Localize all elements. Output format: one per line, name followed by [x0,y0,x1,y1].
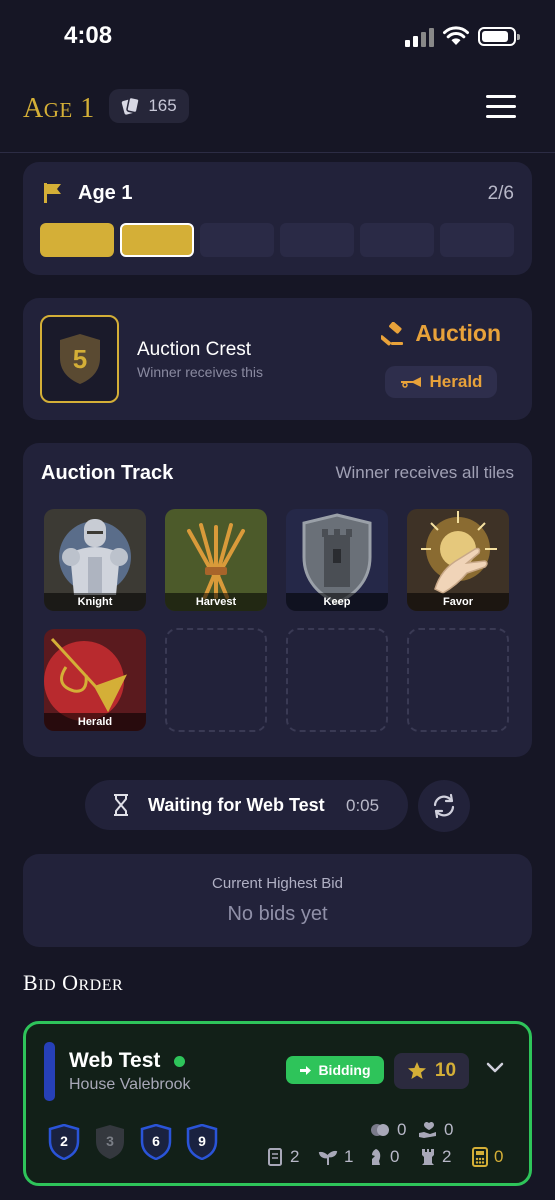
gavel-icon [381,321,404,345]
current-bid-card: Current Highest Bid No bids yet [23,854,532,947]
crest-subtitle: Winner receives this [137,364,264,380]
age-progress-segment [200,223,274,257]
resource-coins: 0 [369,1120,406,1140]
turn-shield-6: 6 [140,1123,172,1161]
battery-icon [478,27,520,46]
current-bid-label: Current Highest Bid [212,875,343,892]
app-header: AGE 1 165 [0,75,555,153]
tile-keep[interactable]: Keep [286,509,388,611]
tile-slot-empty [407,628,509,732]
star-icon [407,1062,426,1079]
crest-title: Auction Crest [137,339,252,360]
age-progress-segment [40,223,114,257]
resource-calculator: 0 [472,1147,503,1167]
clock: 4:08 [64,22,113,49]
score-chip: 10 [394,1053,469,1089]
card-count: 165 [148,96,177,115]
age-progress-label: Age 1 [78,182,133,204]
age-progress-segment [440,223,514,257]
house-color-stripe [44,1042,55,1101]
age-progress-card: Age 1 2/6 [23,162,532,275]
player-house: House Valebrook [69,1076,191,1093]
tile-knight[interactable]: Knight [44,509,146,611]
resource-grain: 1 [318,1147,353,1167]
age-progress-segment [280,223,354,257]
tile-label: Harvest [165,593,267,611]
status-badge: Bidding [286,1056,384,1084]
hourglass-icon [114,794,128,816]
coins-icon [371,1124,389,1136]
tile-slot-empty [165,628,267,732]
sprout-icon [318,1150,338,1165]
scroll-icon [268,1148,282,1166]
refresh-icon [433,793,455,819]
age-title: AGE 1 [23,93,95,124]
player-card[interactable]: Web Test House Valebrook Bidding 10 2 3 … [23,1021,532,1186]
wifi-icon [443,26,469,45]
turn-shield-9: 9 [186,1123,218,1161]
card-count-chip[interactable]: 165 [109,89,189,123]
tile-harvest[interactable]: Harvest [165,509,267,611]
auction-track-subtitle: Winner receives all tiles [335,463,514,482]
tile-label: Knight [44,593,146,611]
bid-order-title: BID ORDER [23,970,124,995]
chevron-down-icon[interactable] [486,1062,504,1074]
crest-badge: 5 [40,315,119,403]
resource-favor: 0 [418,1120,453,1140]
auction-track-title: Auction Track [41,462,174,484]
resource-scrolls: 2 [266,1147,299,1167]
age-progress-segment [120,223,194,257]
resource-knights: 0 [368,1147,399,1167]
calculator-icon [472,1147,488,1167]
trumpet-icon [400,377,421,388]
current-bid-value: No bids yet [227,903,328,925]
tile-label: Keep [286,593,388,611]
crest-shield-icon: 5 [60,334,100,384]
arrow-right-icon [300,1065,312,1075]
cards-icon [122,97,141,115]
player-name: Web Test [69,1049,161,1072]
flag-icon [44,183,61,203]
auction-crest-card: 5 Auction Crest Winner receives this Auc… [23,298,532,420]
auction-track-card: Auction Track Winner receives all tiles … [23,443,532,757]
tile-label: Herald [44,713,146,731]
tile-herald[interactable]: Herald [44,629,146,731]
menu-icon[interactable] [486,95,518,121]
waiting-timer: 0:05 [346,796,380,815]
knight-piece-icon [372,1149,381,1165]
cell-signal-icon [405,28,434,47]
crest-value: 5 [73,344,87,374]
herald-chip: Herald [385,366,497,398]
auction-label: Auction [381,320,501,347]
online-indicator [174,1056,185,1067]
turn-shield-3: 3 [94,1124,126,1160]
tower-icon [422,1149,434,1165]
refresh-button[interactable] [418,780,470,832]
tile-favor[interactable]: Favor [407,509,509,611]
waiting-status: Waiting for Web Test 0:05 [85,780,408,830]
age-progress-count: 2/6 [487,183,514,204]
age-progress-segment [360,223,434,257]
turn-shield-2: 2 [48,1123,80,1161]
waiting-text: Waiting for Web Test [148,795,325,815]
resource-towers: 2 [420,1147,451,1167]
status-bar: 4:08 [0,0,555,75]
tile-label: Favor [407,593,509,611]
tile-slot-empty [286,628,388,732]
heart-hand-icon [419,1121,436,1138]
